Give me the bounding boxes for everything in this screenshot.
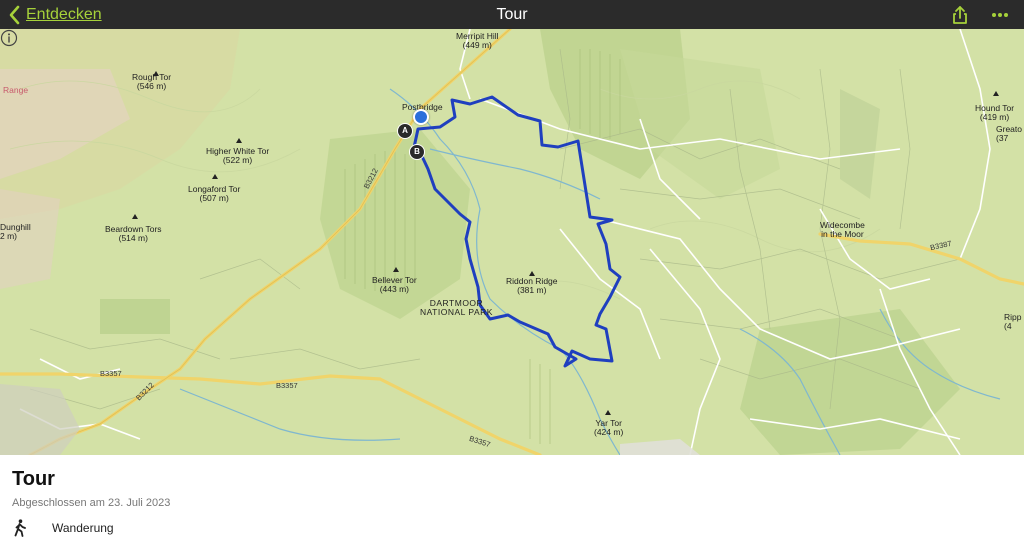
tour-title: Tour (12, 468, 55, 490)
navigation-bar: Entdecken Tour (0, 0, 1024, 29)
map-label-riddon-ridge: Riddon Ridge (381 m) (506, 276, 558, 295)
tour-details-panel: Tour Abgeschlossen am 23. Juli 2023 Wand… (0, 455, 1024, 548)
activity-type: Wanderung (52, 521, 114, 535)
info-icon[interactable] (0, 29, 18, 47)
road-label-b3357: B3357 (276, 381, 298, 390)
map-label-ripp: Ripp (4 (1004, 312, 1022, 331)
completion-date: Abgeschlossen am 23. Juli 2023 (12, 497, 171, 509)
map-label-range: Range (3, 85, 29, 95)
back-button[interactable]: Entdecken (6, 0, 102, 29)
hiking-icon (14, 519, 26, 537)
map-label-yar-tor: Yar Tor (424 m) (594, 418, 624, 437)
map-label-hound-tor: Hound Tor (419 m) (975, 103, 1015, 122)
map-label-bellever-tor: Bellever Tor (443 m) (372, 275, 417, 294)
back-button-label: Entdecken (26, 5, 102, 23)
more-icon[interactable] (988, 3, 1012, 27)
map-label-longaford-tor: Longaford Tor (507 m) (188, 184, 241, 203)
road-label-b3357: B3357 (100, 369, 122, 378)
chevron-left-icon (9, 5, 20, 24)
map-label-greator: Greato (37 (996, 124, 1022, 143)
current-location-marker[interactable] (413, 109, 429, 125)
map-label-widecombe: Widecombe in the Moor (820, 220, 865, 239)
share-icon[interactable] (948, 3, 972, 27)
map-view[interactable]: Merripit Hill (449 m) Rough Tor (546 m) Ra… (0, 29, 1024, 455)
map-label-beardown-tors: Beardown Tors (514 m) (105, 224, 162, 243)
page-title: Tour (496, 6, 528, 23)
map-label-merripit-hill: Merripit Hill (449 m) (456, 31, 499, 50)
route-start-marker[interactable]: A (397, 123, 413, 139)
map-label-dunghill: Dunghill 2 m) (0, 222, 31, 241)
map-label-rough-tor: Rough Tor (546 m) (132, 72, 172, 91)
route-end-marker[interactable]: B (409, 144, 425, 160)
map-label-higher-white-tor: Higher White Tor (522 m) (206, 146, 270, 165)
map-label-dartmoor-national-park: DARTMOOR NATIONAL PARK (420, 298, 493, 317)
